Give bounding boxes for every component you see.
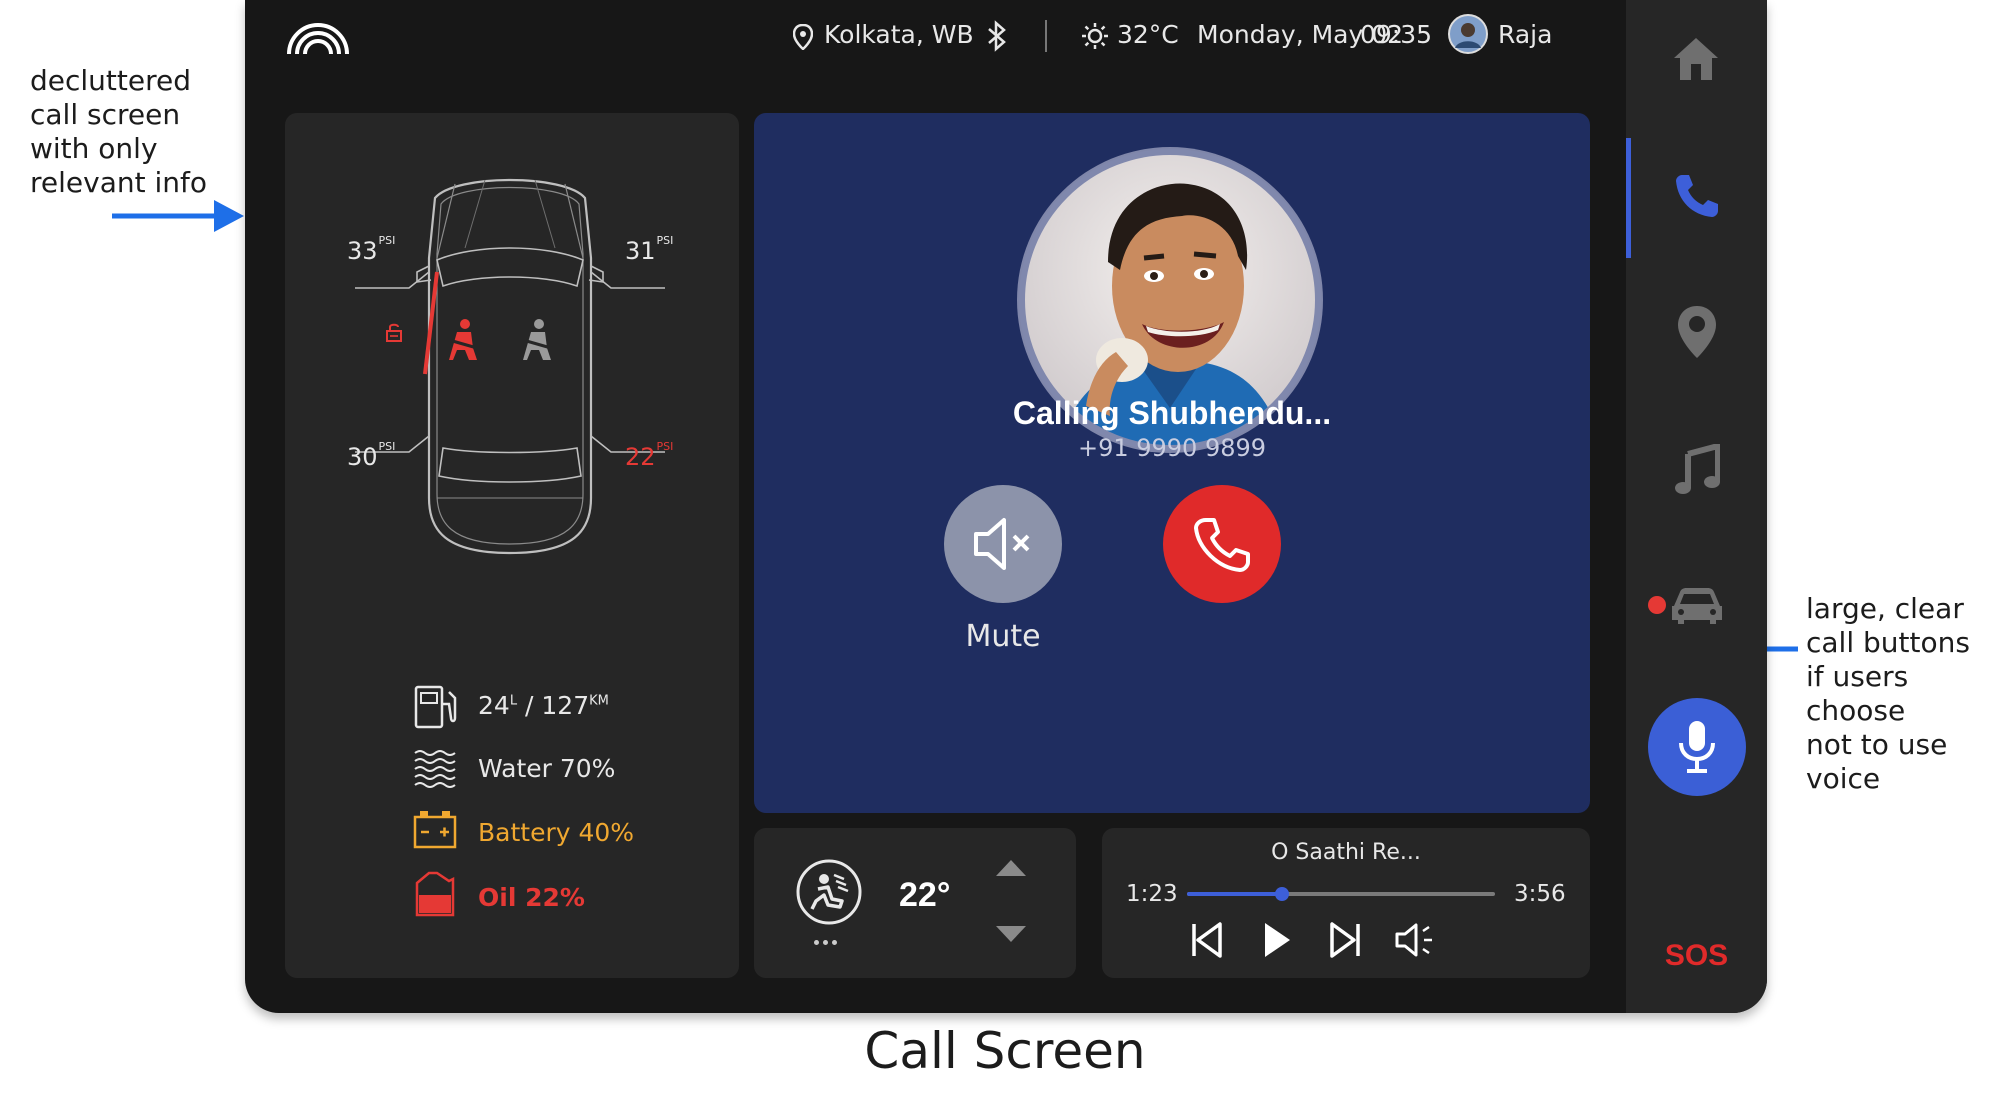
annotation-right: large, clear call buttons if users choos…: [1806, 592, 1970, 795]
signal-arc-logo-icon: [287, 23, 349, 55]
volume-icon[interactable]: [1394, 921, 1438, 959]
clock-text: 09:35: [1360, 20, 1433, 49]
mute-label: Mute: [965, 619, 1041, 654]
location-pin-icon: [793, 24, 813, 50]
music-icon[interactable]: [1674, 444, 1720, 496]
infotainment-screen: Kolkata, WB 32°C Monday, May 02 09:35 Ra…: [245, 0, 1767, 1013]
call-status-title: Calling Shubhendu...: [1012, 395, 1332, 431]
next-track-icon[interactable]: [1328, 921, 1362, 959]
sos-button[interactable]: SOS: [1626, 939, 1767, 973]
annotation-left: decluttered call screen with only releva…: [30, 64, 207, 199]
triangle-down-icon[interactable]: [994, 924, 1028, 944]
tyre-pressure-front-right: 31PSI: [625, 234, 674, 265]
elapsed-time: 1:23: [1126, 881, 1178, 907]
active-nav-indicator: [1626, 138, 1631, 258]
phone-icon[interactable]: [1674, 173, 1720, 219]
end-call-button[interactable]: [1163, 485, 1281, 603]
arrow-right-icon: [112, 200, 244, 232]
unlocked-door-icon: [386, 323, 402, 342]
user-name[interactable]: Raja: [1498, 20, 1552, 49]
outside-temperature: 32°C: [1117, 20, 1179, 49]
tyre-pressure-rear-right: 22PSI: [625, 440, 674, 471]
fuel-icon: [414, 685, 457, 729]
progress-fill: [1187, 892, 1283, 896]
track-duration: 3:56: [1514, 881, 1566, 907]
voice-assistant-button[interactable]: [1648, 698, 1746, 796]
battery-icon: [413, 811, 457, 849]
mute-button[interactable]: [944, 485, 1062, 603]
tyre-pressure-rear-left: 30PSI: [347, 440, 396, 471]
tyre-pressure-front-left: 33PSI: [347, 234, 396, 265]
call-panel: Calling Shubhendu... +91 9990 9899 Mute: [754, 113, 1590, 813]
climate-panel: 22°: [754, 828, 1076, 978]
fuel-readout: 24L / 127KM: [478, 691, 609, 720]
cabin-temperature: 22°: [899, 876, 951, 914]
mute-icon: [974, 518, 1030, 570]
play-icon[interactable]: [1262, 921, 1292, 959]
caller-number: +91 9990 9899: [1077, 434, 1267, 462]
seatbelt-icon: [448, 319, 478, 360]
progress-knob[interactable]: [1275, 887, 1290, 901]
water-icon: [414, 750, 456, 788]
side-navigation: SOS: [1626, 0, 1767, 1013]
avatar[interactable]: [1448, 14, 1488, 54]
status-divider: [1045, 20, 1047, 52]
bluetooth-icon[interactable]: [986, 20, 1008, 52]
map-pin-icon[interactable]: [1676, 304, 1718, 360]
fan-icon[interactable]: [794, 857, 864, 927]
microphone-icon: [1679, 721, 1715, 773]
pager-dots: [814, 940, 844, 946]
water-level: Water 70%: [478, 754, 616, 783]
oil-level: Oil 22%: [478, 883, 585, 912]
home-icon[interactable]: [1672, 36, 1720, 82]
triangle-up-icon[interactable]: [994, 858, 1028, 878]
media-panel: O Saathi Re... 1:23 3:56: [1102, 828, 1590, 978]
car-icon[interactable]: [1670, 586, 1724, 626]
battery-level: Battery 40%: [478, 818, 635, 847]
progress-track[interactable]: [1187, 887, 1495, 901]
end-call-icon: [1194, 518, 1250, 572]
screen-caption: Call Screen: [864, 1022, 1146, 1080]
car-top-view: [355, 178, 665, 555]
sun-icon: [1082, 23, 1108, 49]
car-alert-dot: [1648, 596, 1666, 614]
prev-track-icon[interactable]: [1190, 921, 1224, 959]
vehicle-status-panel: 33PSI 31PSI 30PSI 22PSI 24L / 127KM Wate…: [285, 113, 739, 978]
seatbelt-icon: [522, 319, 552, 360]
oil-icon: [415, 871, 455, 917]
track-title: O Saathi Re...: [1271, 840, 1421, 865]
location-text: Kolkata, WB: [824, 20, 974, 49]
